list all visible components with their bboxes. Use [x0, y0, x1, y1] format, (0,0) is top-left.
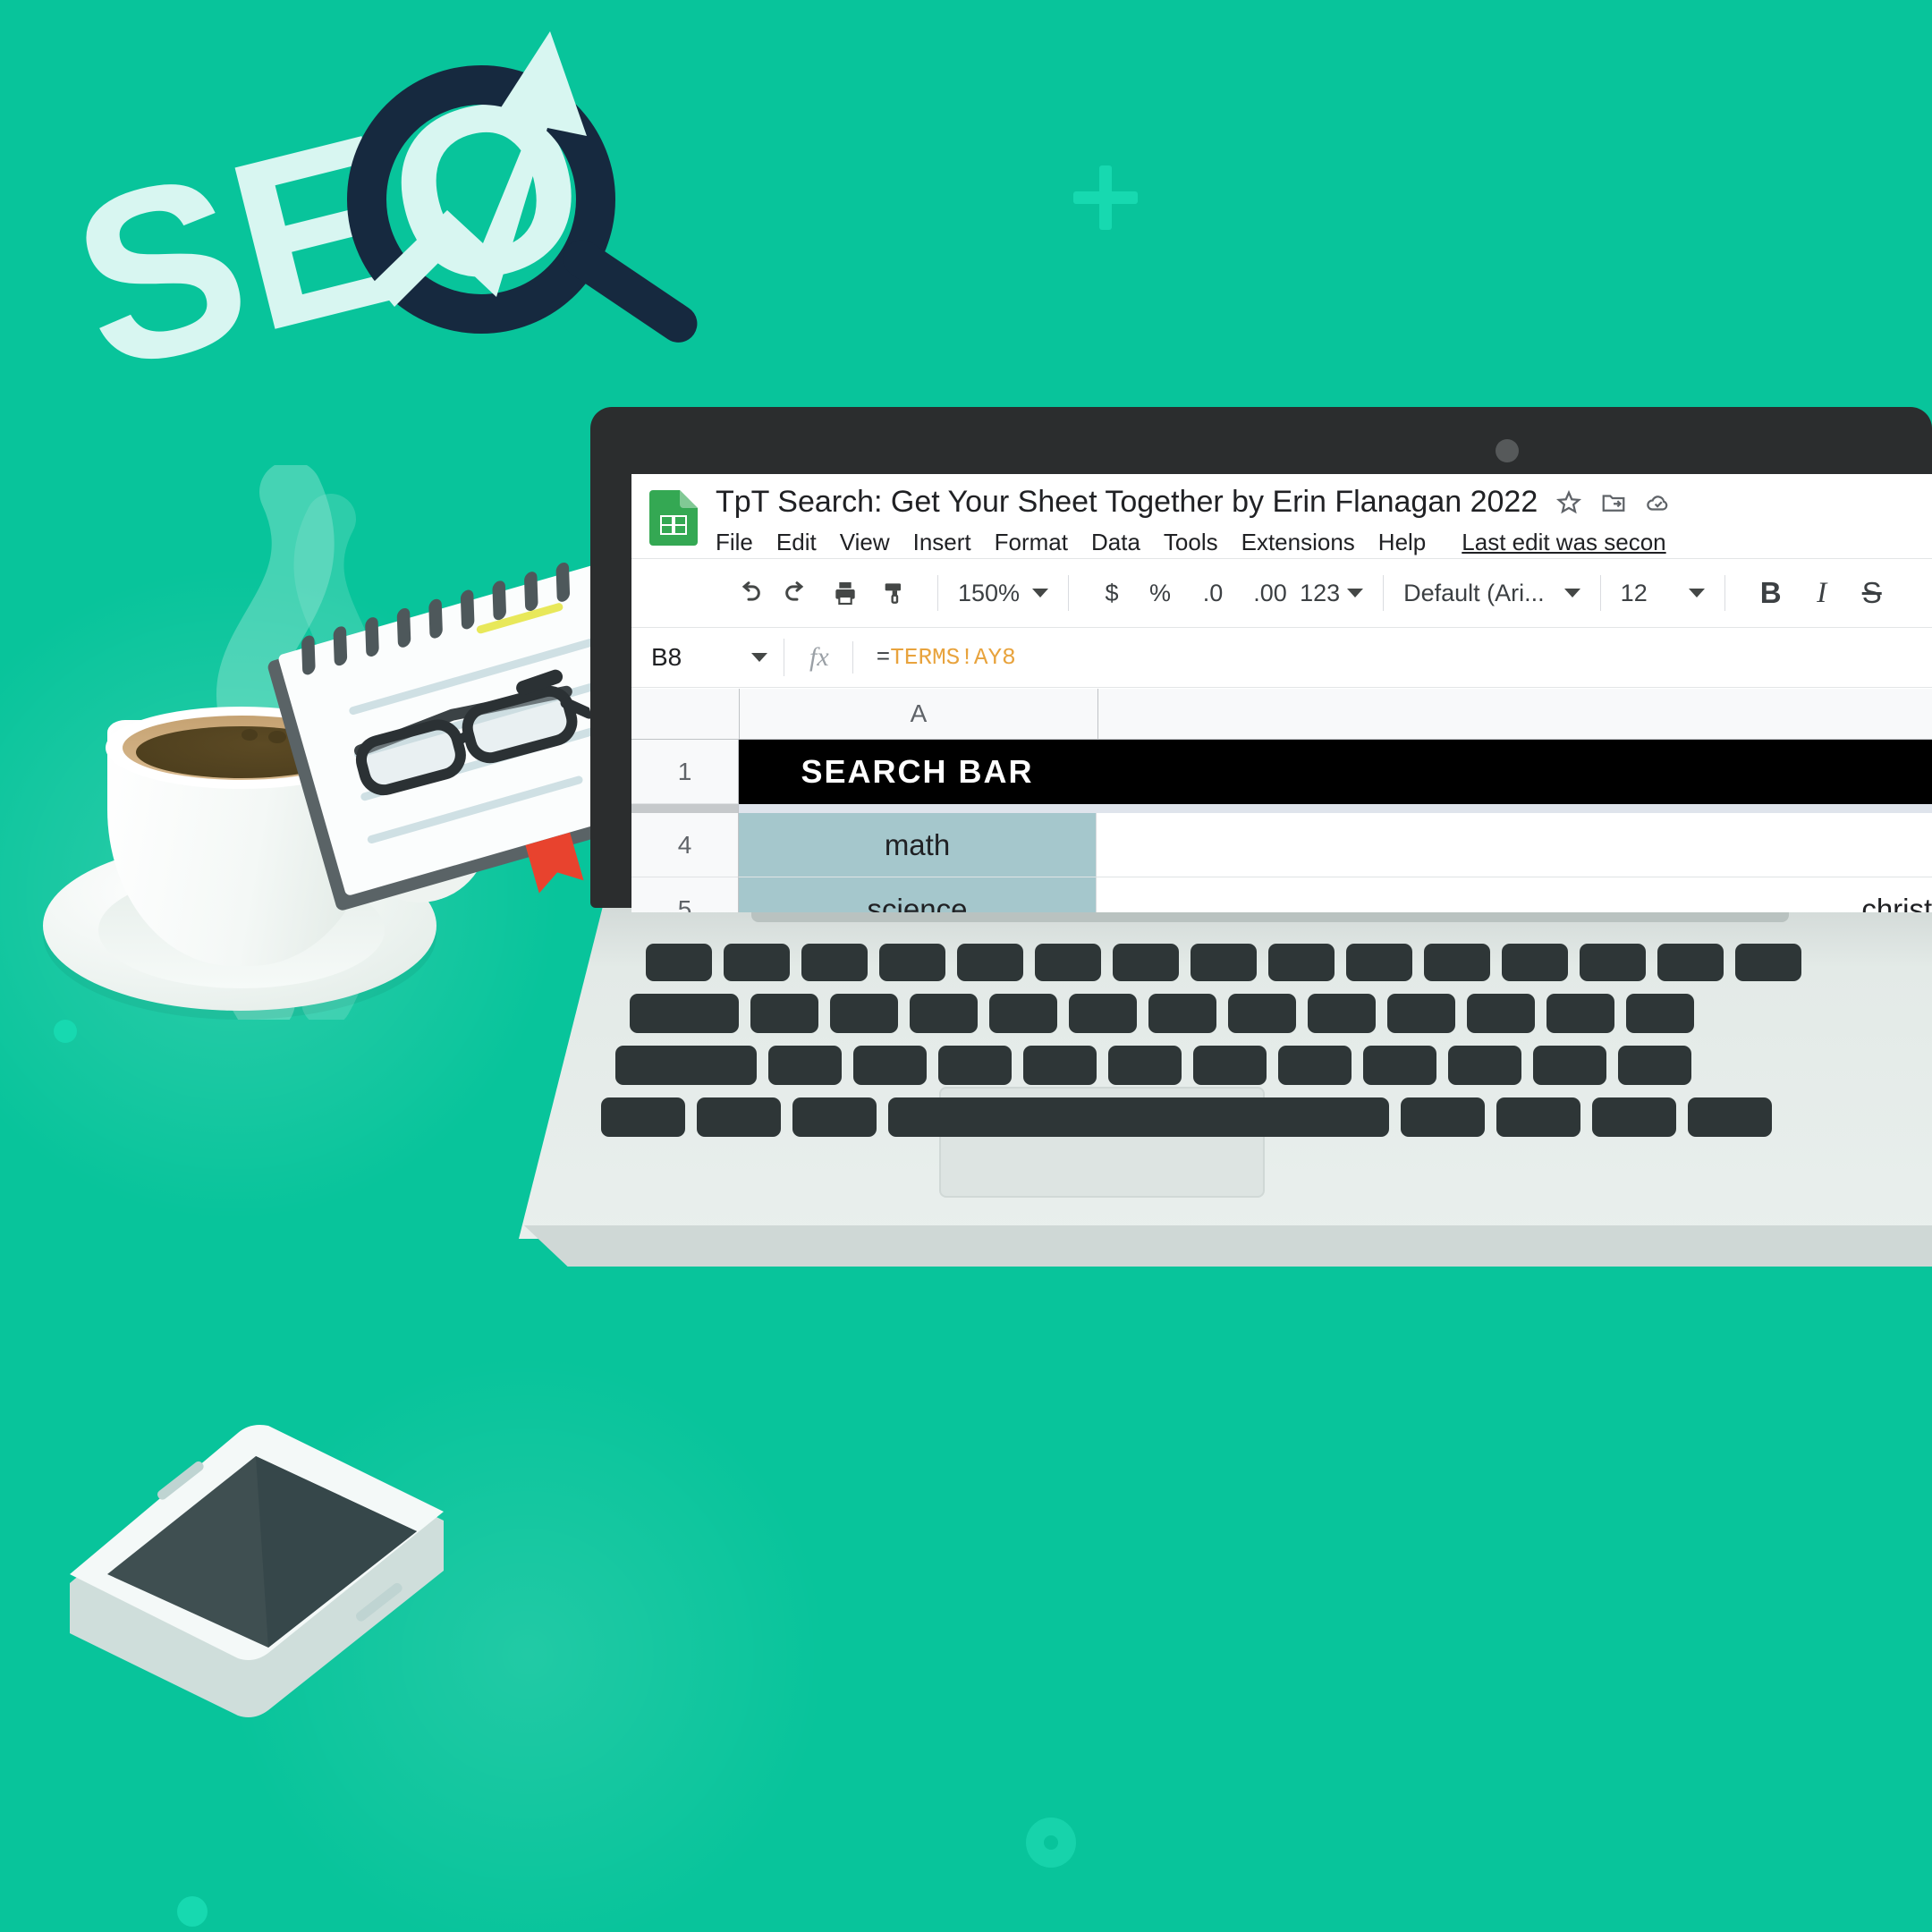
bold-button[interactable]: B [1745, 576, 1797, 610]
cell-a4[interactable]: math [739, 813, 1097, 877]
name-box[interactable]: B8 [631, 643, 784, 672]
sheets-toolbar: 150% $ % .0 .00 123 Default (Ari... 12 B… [631, 558, 1932, 628]
formula-bar: B8 fx =TERMS!AY8 [631, 628, 1932, 688]
formula-divider [852, 641, 853, 674]
formula-reference: TERMS!AY8 [890, 644, 1016, 671]
menu-edit[interactable]: Edit [776, 529, 817, 556]
document-title[interactable]: TpT Search: Get Your Sheet Together by E… [716, 485, 1538, 520]
fx-icon: fx [809, 642, 829, 672]
laptop-base-lip [523, 1225, 1932, 1267]
percent-format-button[interactable]: % [1135, 580, 1185, 607]
row-header[interactable]: 4 [631, 813, 739, 877]
last-edit-status[interactable]: Last edit was secon [1462, 529, 1665, 556]
cell-a1[interactable]: SEARCH BAR [739, 740, 1097, 804]
hidden-rows-gap [739, 804, 1932, 813]
decrease-decimal-button[interactable]: .0 [1185, 580, 1241, 607]
sheets-menubar: File Edit View Insert Format Data Tools … [716, 529, 1932, 556]
font-size-chevron-down-icon[interactable] [1688, 589, 1705, 597]
ring-decoration [1026, 1818, 1076, 1868]
sheets-title-block: TpT Search: Get Your Sheet Together by E… [716, 485, 1932, 556]
column-header-row: A [631, 689, 1932, 740]
menu-tools[interactable]: Tools [1164, 529, 1218, 556]
dot-decoration-3 [177, 1896, 208, 1927]
menu-insert[interactable]: Insert [913, 529, 971, 556]
canvas: SEO TpT Search: Get Your Sheet Together … [0, 0, 1932, 1932]
sheets-logo-icon [648, 490, 699, 546]
undo-icon[interactable] [724, 578, 773, 608]
currency-format-button[interactable]: $ [1089, 580, 1135, 607]
toolbar-divider-4 [1599, 575, 1601, 611]
cell-b5[interactable]: christma [1097, 877, 1932, 913]
laptop-screen: TpT Search: Get Your Sheet Together by E… [631, 474, 1932, 912]
menu-view[interactable]: View [840, 529, 890, 556]
dot-decoration-2 [54, 1020, 77, 1043]
redo-icon[interactable] [773, 578, 821, 608]
cell-b1[interactable] [1097, 740, 1932, 804]
column-header-a[interactable]: A [740, 689, 1098, 739]
select-all-corner[interactable] [631, 689, 740, 739]
move-to-folder-icon[interactable] [1600, 489, 1627, 516]
menu-help[interactable]: Help [1378, 529, 1426, 556]
zoom-level[interactable]: 150% [958, 580, 1020, 607]
increase-decimal-button[interactable]: .00 [1241, 580, 1300, 607]
menu-data[interactable]: Data [1091, 529, 1140, 556]
laptop-keyboard[interactable] [590, 944, 1932, 1137]
menu-file[interactable]: File [716, 529, 753, 556]
formula-input-area[interactable]: fx =TERMS!AY8 [784, 639, 1016, 676]
menu-format[interactable]: Format [995, 529, 1068, 556]
smartphone [43, 1395, 463, 1735]
webcam-icon [1496, 439, 1519, 462]
row-header[interactable]: 1 [631, 740, 739, 804]
zoom-chevron-down-icon[interactable] [1032, 589, 1049, 597]
increase-decimal-label: .00 [1253, 579, 1287, 606]
strikethrough-button[interactable]: S [1847, 576, 1897, 610]
formats-chevron-down-icon[interactable] [1347, 589, 1364, 597]
name-box-value: B8 [651, 643, 682, 671]
cell-b4[interactable] [1097, 813, 1932, 877]
hidden-rows-indicator[interactable] [631, 804, 1932, 813]
formula-value: =TERMS!AY8 [877, 644, 1016, 671]
decrease-decimal-label: .0 [1202, 579, 1224, 606]
formula-equals: = [876, 644, 891, 671]
sheets-header: TpT Search: Get Your Sheet Together by E… [631, 474, 1932, 558]
paint-format-icon[interactable] [869, 579, 918, 607]
toolbar-divider-3 [1383, 575, 1385, 611]
font-family-select[interactable]: Default (Ari... [1403, 580, 1545, 607]
table-row[interactable]: 5 science christma [631, 877, 1932, 912]
google-sheets-app: TpT Search: Get Your Sheet Together by E… [631, 474, 1932, 912]
star-icon[interactable] [1555, 489, 1582, 516]
font-chevron-down-icon[interactable] [1563, 589, 1580, 597]
sheets-title-row: TpT Search: Get Your Sheet Together by E… [716, 485, 1932, 520]
italic-button[interactable]: I [1797, 577, 1847, 610]
table-row[interactable]: 1 SEARCH BAR [631, 740, 1932, 804]
toolbar-divider-5 [1724, 575, 1725, 611]
plus-decoration [1073, 165, 1138, 230]
font-size-select[interactable]: 12 [1621, 580, 1648, 607]
spreadsheet-grid[interactable]: A 1 SEARCH BAR 4 math 5 science christ [631, 689, 1932, 912]
cloud-saved-icon[interactable] [1645, 489, 1672, 516]
laptop: TpT Search: Get Your Sheet Together by E… [519, 407, 1932, 1319]
hidden-rows-handle[interactable] [631, 804, 739, 813]
table-row[interactable]: 4 math [631, 813, 1932, 877]
print-icon[interactable] [821, 579, 869, 607]
column-header-b[interactable] [1098, 689, 1932, 739]
name-box-chevron-down-icon[interactable] [751, 653, 767, 662]
row-header[interactable]: 5 [631, 877, 739, 912]
cell-a5[interactable]: science [739, 877, 1097, 912]
more-formats-button[interactable]: 123 [1300, 580, 1340, 607]
seo-logo: SEO [50, 9, 742, 422]
menu-extensions[interactable]: Extensions [1241, 529, 1355, 556]
toolbar-divider-2 [1068, 575, 1070, 611]
toolbar-divider-1 [937, 575, 938, 611]
